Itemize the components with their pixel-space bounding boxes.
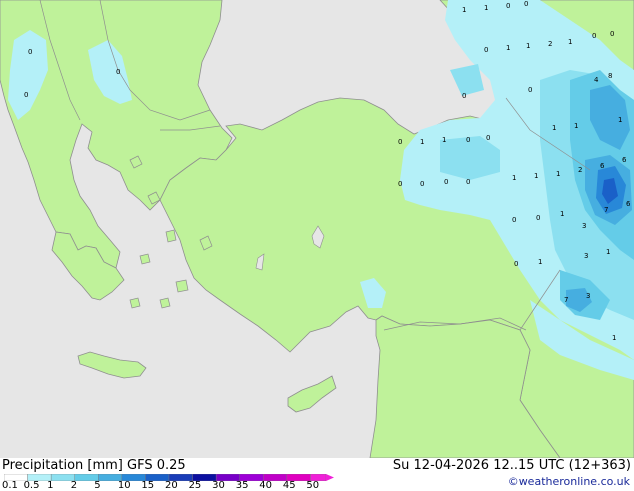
precip-value-label: 0 [506, 2, 510, 10]
precip-value-label: 3 [584, 252, 588, 260]
legend-tick-label: 2 [70, 480, 78, 491]
precip-value-label: 0 [512, 216, 516, 224]
model-name: GFS 0.25 [127, 458, 186, 473]
precip-value-label: 0 [536, 214, 540, 222]
legend-tick-label: 0.5 [23, 480, 40, 491]
precip-value-label: 6 [622, 156, 627, 164]
precip-value-label: 1 [606, 248, 610, 256]
precip-value-label: 0 [28, 48, 32, 56]
legend-tick-label: 25 [188, 480, 202, 491]
precip-value-label: 0 [24, 91, 28, 99]
precip-value-label: 1 [512, 174, 516, 182]
precip-value-label: 1 [574, 122, 578, 130]
legend-tick-label: 15 [141, 480, 155, 491]
legend-tick-label: 20 [165, 480, 178, 491]
product-title: Precipitation [mm] GFS 0.25 [2, 458, 186, 473]
map-footer: Precipitation [mm] GFS 0.25 Su 12-04-202… [0, 458, 634, 491]
precip-value-label: 1 [560, 210, 564, 218]
precip-value-label: 8 [608, 72, 612, 80]
precip-value-label: 0 [466, 136, 470, 144]
precip-value-label: 4 [594, 76, 599, 84]
precip-value-label: 3 [582, 222, 586, 230]
precip-value-label: 1 [612, 334, 616, 342]
precip-value-label: 0 [462, 92, 466, 100]
precip-value-label: 1 [526, 42, 530, 50]
legend-tick-label: 40 [259, 480, 273, 491]
precip-value-label: 0 [398, 180, 402, 188]
precip-value-label: 1 [568, 38, 572, 46]
precip-value-label: 0 [420, 180, 424, 188]
precip-value-label: 0 [486, 134, 490, 142]
precip-value-label: 0 [514, 260, 518, 268]
legend-tick-label: 30 [212, 480, 225, 491]
precip-value-label: 0 [484, 46, 488, 54]
precip-value-label: 1 [420, 138, 424, 146]
precip-value-label: 7 [564, 296, 568, 304]
precip-value-label: 7 [604, 206, 608, 214]
precip-value-label: 6 [626, 200, 631, 208]
precip-value-label: 1 [556, 170, 560, 178]
valid-time: Su 12-04-2026 12..15 UTC (12+363) [392, 458, 631, 473]
precip-value-label: 1 [442, 136, 446, 144]
precip-value-label: 3 [586, 292, 590, 300]
precip-value-label: 0 [524, 0, 528, 8]
precip-value-label: 1 [506, 44, 510, 52]
legend-tick-label: 0.1 [2, 480, 18, 491]
precipitation-map: 1 1 0 0 0 1 1 2 1 0 0 0 4 8 0 0 1 1 0 0 1 1 1 0 0 0 0 1 1 1 2 6 6 0 0 1 3 7 6 0… [0, 0, 634, 458]
credit-link[interactable]: ©weatheronline.co.uk [508, 475, 630, 488]
precip-value-label: 1 [618, 116, 622, 124]
legend-tick-labels: 0.1 0.5 1 2 5 10 15 20 25 30 35 40 45 50 [0, 480, 340, 491]
legend-tick-label: 45 [282, 480, 296, 491]
precip-value-label: 6 [600, 162, 605, 170]
precip-value-label: 0 [444, 178, 448, 186]
precip-value-label: 0 [398, 138, 402, 146]
precip-value-label: 1 [534, 172, 538, 180]
legend-tick-label: 10 [117, 480, 131, 491]
precip-value-label: 1 [538, 258, 542, 266]
precip-value-label: 2 [548, 40, 552, 48]
precip-value-label: 1 [552, 124, 556, 132]
precip-value-label: 0 [116, 68, 120, 76]
legend-tick-label: 1 [47, 480, 54, 491]
precip-value-label: 0 [592, 32, 596, 40]
weather-map: 1100011210004800110011100001112660013760… [0, 0, 634, 491]
product-name: Precipitation [mm] [2, 458, 123, 473]
precip-value-label: 0 [528, 86, 532, 94]
legend-tick-label: 35 [235, 480, 249, 491]
precip-value-label: 2 [578, 166, 582, 174]
precip-value-label: 1 [462, 6, 466, 14]
legend-tick-label: 50 [306, 480, 320, 491]
legend-tick-label: 5 [94, 480, 101, 491]
precip-value-label: 0 [466, 178, 470, 186]
precip-value-label: 0 [610, 30, 614, 38]
precip-value-label: 1 [484, 4, 488, 12]
